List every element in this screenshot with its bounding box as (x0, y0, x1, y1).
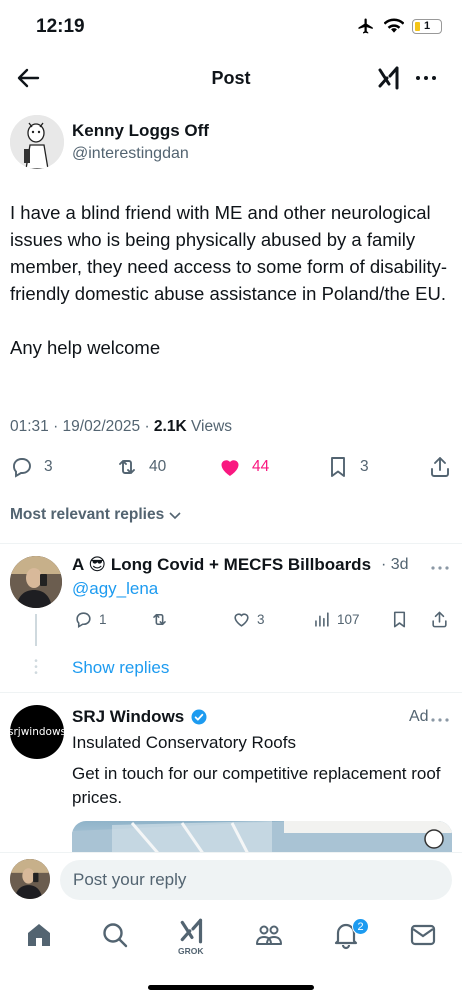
reply-like-count: 3 (257, 612, 265, 627)
verified-badge-icon (191, 709, 207, 725)
share-icon (431, 457, 449, 477)
views-label: Views (186, 418, 233, 435)
reply-icon (76, 612, 91, 629)
repost-button[interactable]: 40 (115, 455, 166, 479)
avatar[interactable] (10, 115, 64, 169)
post-text: I have a blind friend with ME and other … (10, 202, 447, 358)
ad-headline: Insulated Conservatory Roofs (72, 733, 296, 752)
reply-views-button[interactable]: 107 (312, 610, 360, 629)
reply-bookmark-button[interactable] (390, 610, 409, 629)
messages-icon[interactable] (408, 920, 438, 950)
chevron-down-icon (169, 512, 181, 520)
reply-author-name[interactable]: A 😎 Long Covid + MECFS Billboards (72, 555, 371, 575)
ad-account-name: SRJ Windows (72, 707, 185, 726)
more-options-icon[interactable] (430, 710, 450, 730)
repost-icon (119, 460, 135, 474)
repost-count: 40 (149, 458, 167, 475)
bottom-tab-bar: GROK 2 (0, 910, 462, 966)
reply-actions: 1 3 107 (72, 610, 452, 632)
post-meta: 01:31 · 19/02/2025 · 2.1K Views (10, 418, 232, 436)
status-bar: 12:19 1 (0, 0, 462, 56)
grok-icon[interactable] (376, 64, 404, 92)
views-count: 2.1K (153, 418, 187, 435)
reply-button[interactable]: 3 (10, 455, 53, 479)
ad-avatar[interactable]: srjwindows (8, 705, 67, 759)
bookmark-icon (393, 611, 406, 628)
ad-avatar-text: srjwindows (8, 726, 67, 738)
ad-label: Ad (409, 708, 429, 725)
ad-name[interactable]: SRJ Windows (72, 707, 208, 727)
share-icon (432, 611, 447, 628)
heart-filled-icon (221, 460, 239, 476)
like-count: 44 (252, 458, 270, 475)
home-indicator (148, 985, 314, 990)
reply-sort-label: Most relevant replies (10, 506, 165, 523)
post-header: Post (0, 56, 462, 100)
heart-icon (234, 613, 249, 627)
wifi-icon (384, 18, 404, 33)
home-icon[interactable] (24, 920, 54, 950)
show-replies-link[interactable]: Show replies (72, 658, 169, 678)
views-chart-icon (315, 612, 329, 627)
bookmark-button[interactable]: 3 (326, 455, 369, 479)
author-handle[interactable]: @interestingdan (72, 145, 189, 163)
author-name[interactable]: Kenny Loggs Off (72, 121, 209, 141)
reply-icon (13, 458, 31, 478)
search-icon[interactable] (100, 920, 130, 950)
more-options-icon[interactable] (414, 66, 438, 90)
ad-image[interactable] (72, 821, 452, 853)
post-actions: 3 40 44 3 (10, 455, 455, 483)
grok-tab-label: GROK (178, 946, 204, 956)
avatar[interactable] (10, 859, 50, 899)
reply-repost-button[interactable] (150, 610, 169, 629)
battery-icon: 1 (412, 18, 442, 34)
reply-avatar[interactable] (10, 556, 62, 608)
compose-bar: Post your reply (0, 852, 462, 908)
reply-reply-button[interactable]: 1 (74, 610, 107, 629)
more-options-icon[interactable] (430, 558, 450, 578)
reply-views-count: 107 (337, 612, 360, 627)
reply-time: · 3d (381, 556, 409, 573)
reply-reply-count: 1 (99, 612, 107, 627)
thread-dots: • • • (34, 656, 38, 679)
reply-like-button[interactable]: 3 (232, 610, 265, 629)
bookmark-icon (331, 457, 345, 477)
share-button[interactable] (428, 455, 452, 479)
communities-icon[interactable] (254, 920, 284, 950)
ad-body: Get in touch for our competitive replace… (72, 764, 441, 807)
reply-input[interactable]: Post your reply (60, 860, 452, 900)
reply-author-handle[interactable]: @agy_lena (72, 579, 158, 599)
battery-level: 1 (424, 20, 431, 32)
reply-share-button[interactable] (430, 610, 449, 629)
reply-item[interactable]: • • • A 😎 Long Covid + MECFS Billboards · … (0, 544, 462, 692)
reply-count: 3 (44, 458, 53, 475)
like-button[interactable]: 44 (218, 455, 269, 479)
post-author: Kenny Loggs Off @interestingdan (10, 115, 450, 175)
grok-icon[interactable] (178, 916, 208, 946)
promoted-ad[interactable]: srjwindows SRJ Windows Ad Insulated Cons… (0, 693, 462, 853)
notifications-badge: 2 (352, 918, 369, 935)
airplane-icon (358, 18, 373, 34)
thread-line (35, 614, 37, 646)
status-time: 12:19 (36, 16, 85, 37)
status-icons: 1 (356, 17, 442, 35)
post-timestamp: 01:31 · 19/02/2025 · (10, 418, 154, 435)
reply-sort-dropdown[interactable]: Most relevant replies (10, 506, 182, 524)
repost-icon (153, 613, 166, 626)
bookmark-count: 3 (360, 458, 369, 475)
